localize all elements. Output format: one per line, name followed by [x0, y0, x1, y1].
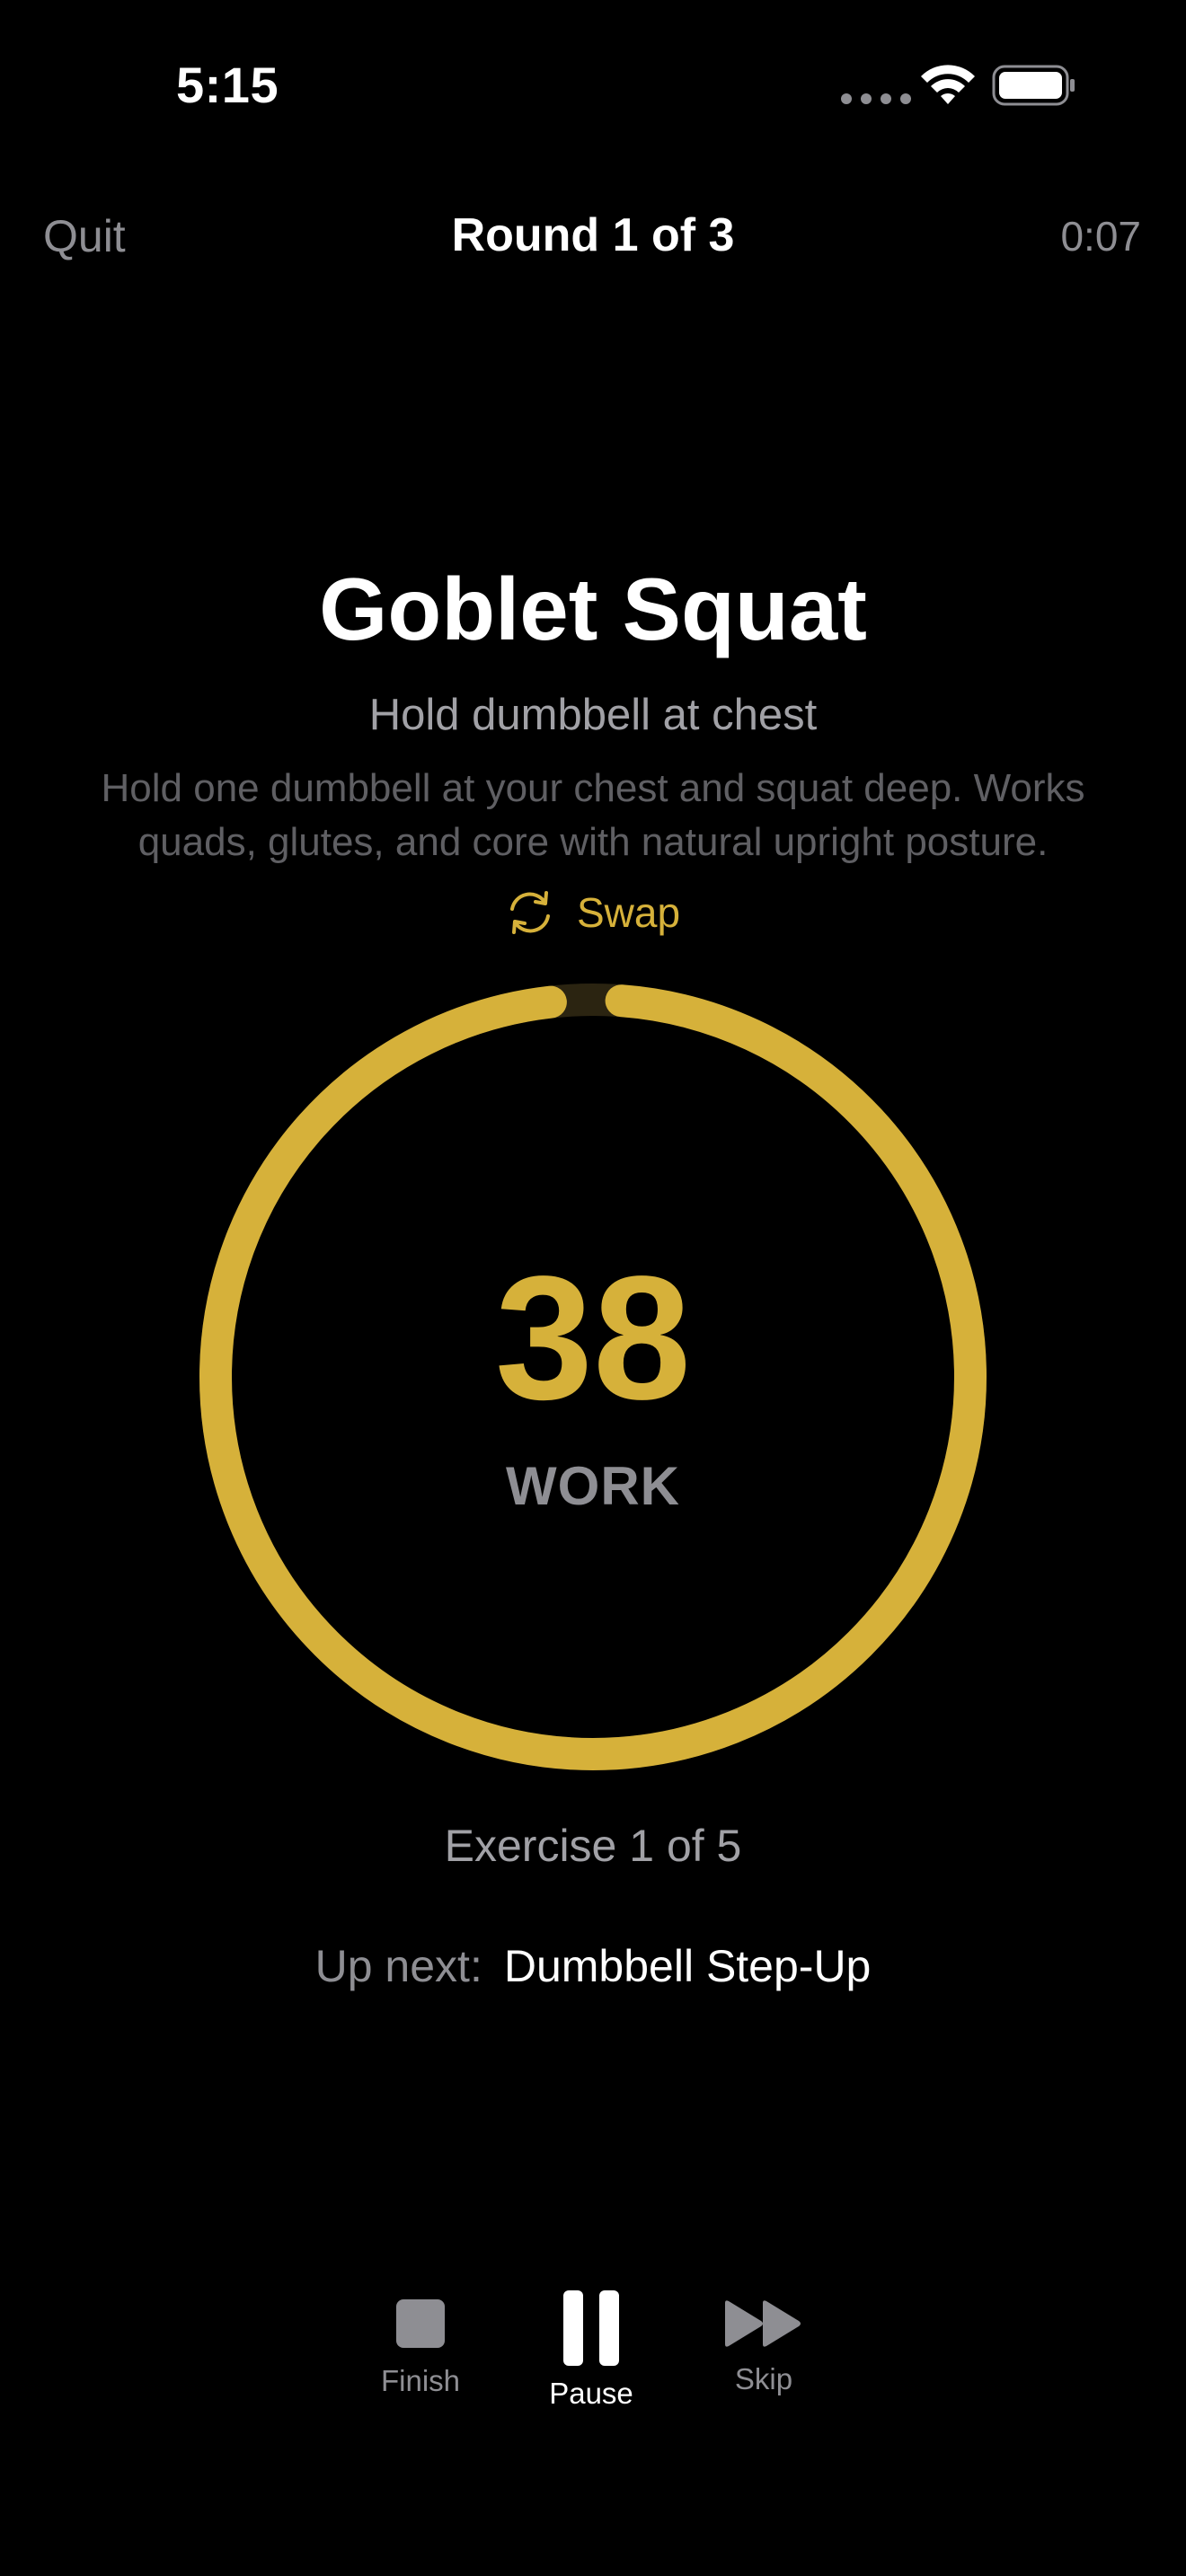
finish-button[interactable]: Finish	[359, 2299, 482, 2398]
swap-label: Swap	[577, 889, 681, 936]
status-time: 5:15	[176, 57, 279, 113]
exercise-description: Hold one dumbbell at your chest and squa…	[101, 766, 1085, 864]
exercise-cue: Hold dumbbell at chest	[368, 691, 818, 739]
up-next-label: Up next:	[314, 1941, 482, 1991]
pause-icon	[563, 2290, 619, 2366]
exercise-progress: Exercise 1 of 5	[444, 1821, 742, 1871]
skip-button[interactable]: Skip	[701, 2299, 827, 2396]
timer-countdown: 38	[494, 1239, 691, 1436]
fast-forward-icon	[725, 2300, 801, 2347]
swap-arrows-icon	[510, 891, 550, 934]
up-next: Up next: Dumbbell Step-Up	[0, 1940, 1186, 1992]
pause-label: Pause	[549, 2377, 633, 2410]
round-indicator: Round 1 of 3	[451, 209, 735, 261]
wifi-icon	[921, 65, 975, 104]
up-next-exercise: Dumbbell Step-Up	[503, 1941, 872, 1991]
stop-icon	[396, 2299, 445, 2348]
timer-phase-label: WORK	[506, 1456, 680, 1516]
pause-button[interactable]: Pause	[530, 2290, 652, 2411]
elapsed-time: 0:07	[1060, 213, 1141, 260]
cellular-dots-icon	[841, 93, 911, 104]
battery-icon	[992, 65, 1075, 106]
skip-label: Skip	[734, 2362, 793, 2395]
finish-label: Finish	[380, 2364, 461, 2397]
exercise-name: Goblet Squat	[319, 560, 867, 658]
swap-button[interactable]: Swap	[503, 886, 680, 940]
